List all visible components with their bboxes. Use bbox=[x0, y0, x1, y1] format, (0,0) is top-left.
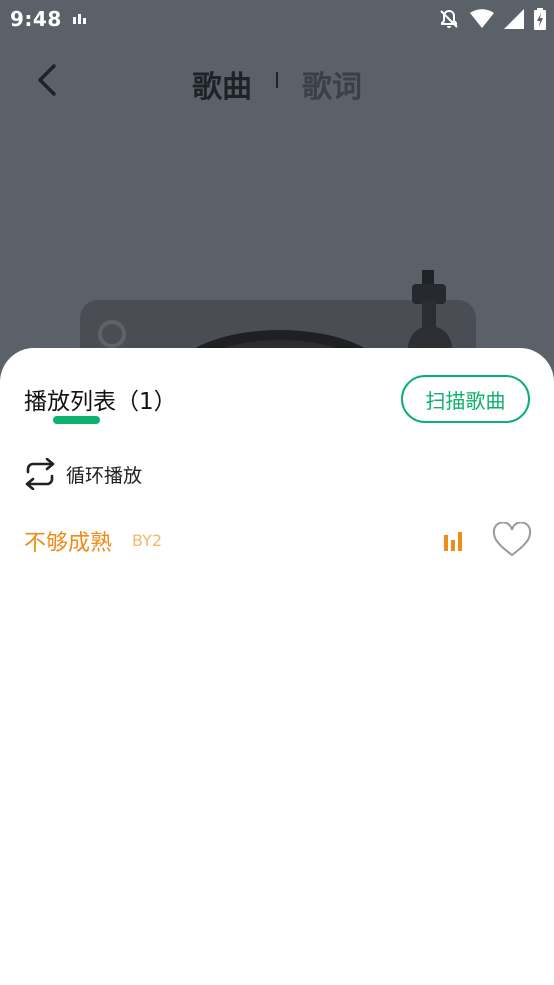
title-underline bbox=[53, 416, 100, 424]
chevron-left-icon[interactable] bbox=[32, 62, 64, 98]
song-artist: BY2 bbox=[132, 531, 163, 550]
status-time: 9:48 bbox=[10, 7, 62, 31]
battery-icon bbox=[534, 8, 546, 30]
heart-icon[interactable] bbox=[492, 522, 532, 558]
signal-icon bbox=[504, 9, 524, 29]
bell-off-icon bbox=[440, 9, 458, 28]
now-playing-icon bbox=[444, 532, 462, 551]
list-item[interactable]: 不够成熟 BY2 bbox=[24, 520, 534, 562]
player-header: 歌曲 歌词 bbox=[0, 50, 554, 110]
playlist-sheet: 播放列表（1） 扫描歌曲 循环播放 不够成熟 BY2 bbox=[0, 348, 554, 985]
wifi-icon bbox=[470, 9, 494, 28]
song-title: 不够成熟 bbox=[24, 531, 113, 556]
play-mode-toggle[interactable]: 循环播放 bbox=[22, 458, 142, 490]
scan-songs-button[interactable]: 扫描歌曲 bbox=[401, 375, 530, 423]
status-bar: 9:48 bbox=[0, 0, 554, 38]
tab-song[interactable]: 歌曲 bbox=[192, 62, 252, 106]
playlist-title: 播放列表（1） bbox=[24, 389, 177, 415]
repeat-icon bbox=[25, 458, 55, 490]
activity-bars-icon bbox=[73, 14, 86, 24]
tab-lyrics[interactable]: 歌词 bbox=[302, 62, 362, 106]
play-mode-label: 循环播放 bbox=[66, 464, 143, 487]
tab-divider bbox=[276, 72, 278, 88]
